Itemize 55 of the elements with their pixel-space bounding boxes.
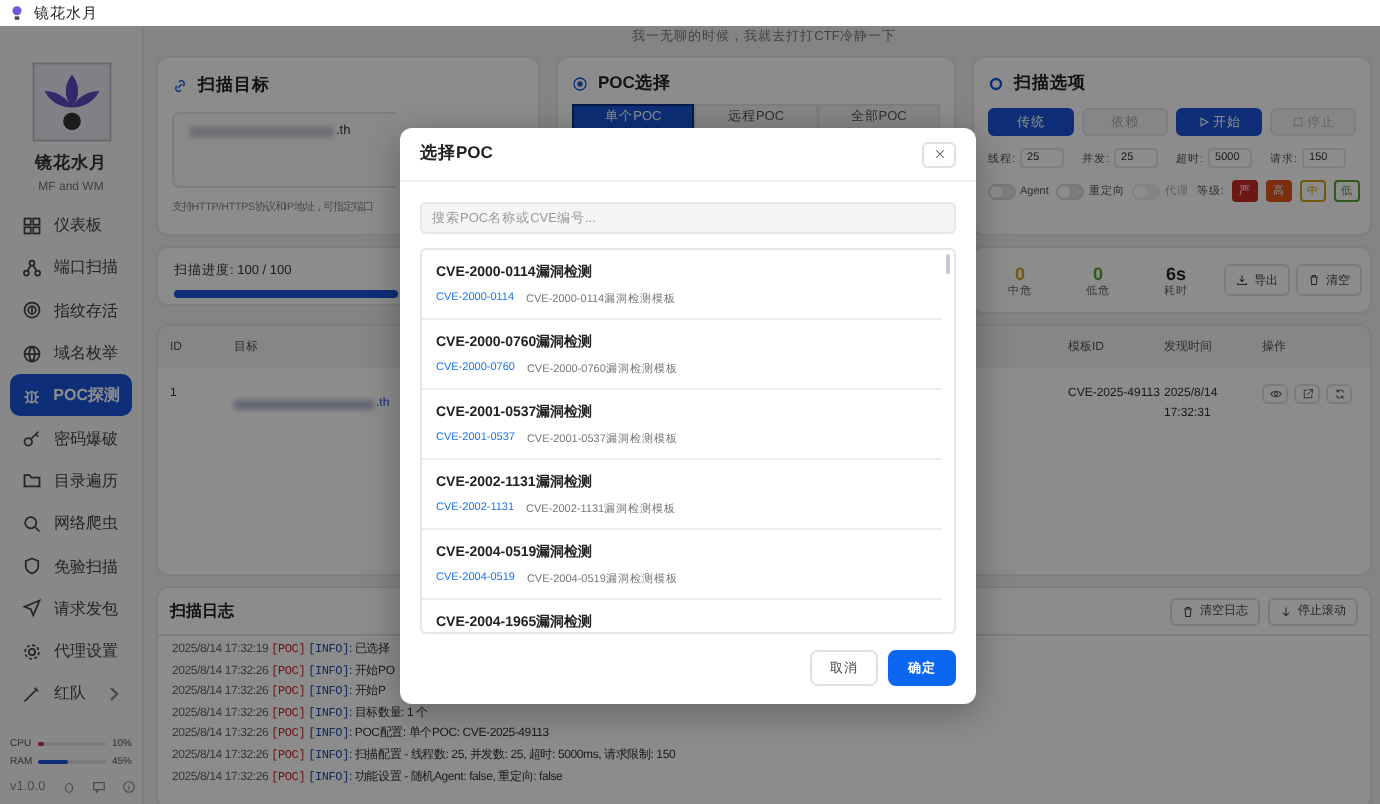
- nav-item[interactable]: 网络爬虫: [10, 502, 132, 545]
- close-icon: [933, 148, 945, 160]
- stat-value: 6s: [1165, 263, 1186, 283]
- shield-icon: [22, 556, 42, 577]
- stat-value: 0: [1014, 263, 1025, 283]
- pen-icon: [22, 683, 42, 704]
- app-icon: [8, 4, 26, 22]
- card-title: POC选择: [598, 72, 671, 96]
- refresh-icon: [1333, 388, 1345, 400]
- fingerprint-icon: [22, 300, 42, 321]
- trash-icon: [1308, 274, 1320, 286]
- nav-item[interactable]: 指纹存活: [10, 289, 132, 332]
- link-icon: [172, 78, 188, 94]
- download-icon: [1236, 274, 1248, 286]
- nav-item[interactable]: 密码爆破: [10, 416, 132, 460]
- chat-icon: [91, 780, 106, 794]
- radio-icon: [988, 76, 1004, 92]
- play-icon: [1197, 116, 1209, 128]
- nav-item[interactable]: 红队: [10, 672, 132, 716]
- scrollbar: [946, 254, 950, 274]
- nav-item[interactable]: 请求发包: [10, 587, 132, 630]
- eye-icon: [1269, 388, 1281, 400]
- folder-icon: [22, 470, 42, 491]
- gear-icon: [22, 641, 42, 662]
- nav-item[interactable]: 免验扫描: [10, 544, 132, 588]
- dialog-title: 选择POC: [420, 142, 493, 166]
- nodes-icon: [22, 257, 42, 278]
- nav-item[interactable]: 目录遍历: [10, 459, 132, 503]
- target-icon: [572, 76, 588, 92]
- key-icon: [22, 428, 42, 449]
- nav-item[interactable]: 仪表板: [10, 204, 132, 247]
- card-title: 扫描目标: [198, 74, 270, 98]
- lotus-logo-icon: [27, 58, 115, 146]
- dashboard-icon: [22, 215, 42, 236]
- nav-item[interactable]: 代理设置: [10, 629, 132, 673]
- external-link-icon: [1301, 388, 1313, 400]
- close-button[interactable]: [922, 141, 956, 167]
- arrow-down-icon: [1280, 605, 1292, 617]
- info-icon: [121, 780, 136, 794]
- nav-item[interactable]: POC探测: [10, 374, 132, 417]
- app-name: 镜花水月: [35, 152, 107, 176]
- toggle-switch[interactable]: [988, 183, 1016, 199]
- trash-icon: [1182, 605, 1194, 617]
- search-icon: [22, 513, 42, 534]
- nav-item[interactable]: 域名枚举: [10, 331, 132, 375]
- card-title: 扫描日志: [170, 600, 234, 622]
- open-button[interactable]: [1294, 384, 1320, 404]
- globe-icon: [22, 343, 42, 364]
- view-button[interactable]: [1262, 384, 1288, 404]
- card-title: 扫描选项: [1014, 72, 1086, 96]
- square-icon: [1291, 116, 1303, 128]
- refresh-button[interactable]: [1326, 384, 1352, 404]
- stat-value: 0: [1092, 263, 1103, 283]
- send-icon: [22, 598, 42, 619]
- nav-item[interactable]: 端口扫描: [10, 246, 132, 290]
